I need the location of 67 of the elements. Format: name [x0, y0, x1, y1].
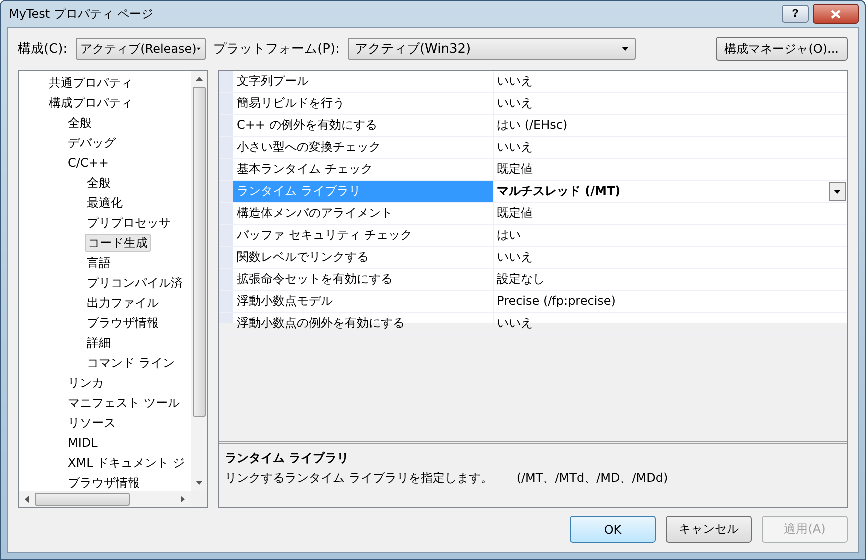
- property-value: マルチスレッド (/MT): [497, 183, 621, 200]
- property-value: いいえ: [497, 139, 533, 156]
- description-title: ランタイム ライブラリ: [225, 450, 350, 467]
- property-name[interactable]: 基本ランタイム チェック: [233, 159, 494, 180]
- tree-item[interactable]: 構成プロパティ: [47, 95, 135, 111]
- tree-item[interactable]: MIDL: [66, 435, 100, 451]
- horizontal-scrollbar[interactable]: [19, 491, 191, 507]
- vertical-scrollbar[interactable]: [191, 71, 207, 491]
- platform-dropdown[interactable]: アクティブ(Win32): [348, 38, 636, 60]
- scroll-right-icon[interactable]: [181, 496, 185, 502]
- config-label: 構成(C):: [18, 41, 68, 58]
- tree-item[interactable]: デバッグ: [66, 135, 118, 151]
- property-name[interactable]: 小さい型への変換チェック: [233, 137, 494, 158]
- property-name[interactable]: 浮動小数点の例外を有効にする: [233, 313, 494, 334]
- tree-item[interactable]: 最適化: [85, 195, 125, 211]
- tree-item[interactable]: 詳細: [85, 335, 113, 351]
- property-name[interactable]: 文字列プール: [233, 71, 494, 92]
- tree-item[interactable]: 共通プロパティ: [47, 75, 135, 91]
- property-name[interactable]: 構造体メンバのアライメント: [233, 203, 494, 224]
- tree-item[interactable]: プリコンパイル済: [85, 275, 185, 291]
- platform-label: プラットフォーム(P):: [214, 41, 340, 58]
- dropdown-button[interactable]: [829, 182, 846, 201]
- property-name[interactable]: 簡易リビルドを行う: [233, 93, 494, 114]
- tree-item[interactable]: ブラウザ情報: [66, 475, 142, 491]
- property-value: いいえ: [497, 73, 533, 90]
- property-name[interactable]: 浮動小数点モデル: [233, 291, 494, 312]
- description-text: リンクするランタイム ライブラリを指定します。 (/MT、/MTd、/MD、/MDd): [225, 470, 670, 487]
- dropdown-arrow-icon: [834, 190, 841, 194]
- dialog-button[interactable]: キャンセル: [666, 516, 752, 543]
- property-name[interactable]: 関数レベルでリンクする: [233, 247, 494, 268]
- property-value: はい: [497, 227, 521, 244]
- tree-item[interactable]: XML ドキュメント ジ: [66, 455, 187, 471]
- dialog-button[interactable]: OK: [570, 516, 656, 543]
- property-name[interactable]: 拡張命令セットを有効にする: [233, 269, 494, 290]
- dropdown-arrow-icon: [622, 47, 629, 51]
- close-button[interactable]: [813, 4, 859, 24]
- tree-item[interactable]: 出力ファイル: [85, 295, 161, 311]
- property-value: 設定なし: [497, 271, 545, 288]
- property-value: 既定値: [497, 205, 533, 222]
- property-name[interactable]: C++ の例外を有効にする: [233, 115, 494, 136]
- help-button[interactable]: ?: [782, 5, 809, 23]
- tree-item[interactable]: コマンド ライン: [85, 355, 177, 371]
- tree-item[interactable]: リンカ: [66, 375, 106, 391]
- tree-item[interactable]: 言語: [85, 255, 113, 271]
- property-value: いいえ: [497, 315, 533, 332]
- tree-item[interactable]: C/C++: [66, 155, 111, 171]
- scroll-down-icon[interactable]: [196, 481, 202, 485]
- config-manager-button[interactable]: 構成マネージャ(O)...: [716, 37, 848, 61]
- property-value: Precise (/fp:precise): [497, 293, 616, 310]
- tree-item[interactable]: コード生成: [85, 234, 151, 252]
- property-value: いいえ: [497, 249, 533, 266]
- property-value: いいえ: [497, 95, 533, 112]
- tree-item[interactable]: リソース: [66, 415, 118, 431]
- property-value: 既定値: [497, 161, 533, 178]
- tree-item[interactable]: マニフェスト ツール: [66, 395, 182, 411]
- config-dropdown[interactable]: アクティブ(Release): [76, 38, 206, 60]
- property-value: はい (/EHsc): [497, 117, 568, 134]
- tree-item[interactable]: 全般: [66, 115, 94, 131]
- scroll-left-icon[interactable]: [25, 496, 29, 502]
- tree-item[interactable]: ブラウザ情報: [85, 315, 161, 331]
- tree-item[interactable]: 全般: [85, 175, 113, 191]
- close-icon: [831, 10, 841, 18]
- scroll-up-icon[interactable]: [196, 77, 202, 81]
- tree-item[interactable]: プリプロセッサ: [85, 215, 173, 231]
- property-name[interactable]: バッファ セキュリティ チェック: [233, 225, 494, 246]
- dropdown-arrow-icon: [196, 47, 201, 51]
- window-title: MyTest プロパティ ページ: [8, 6, 155, 22]
